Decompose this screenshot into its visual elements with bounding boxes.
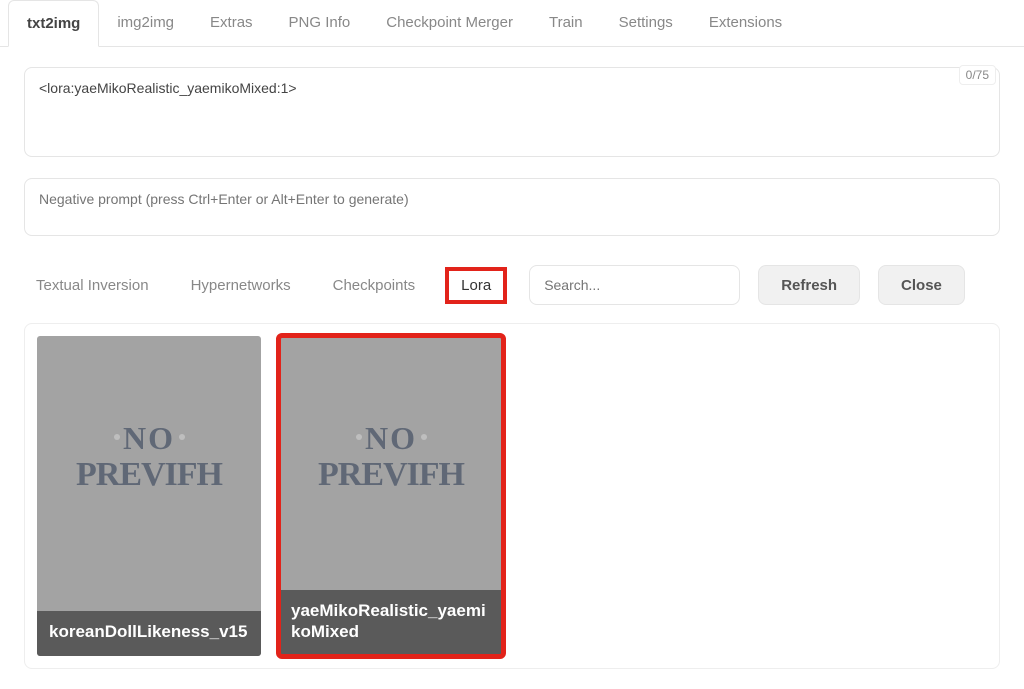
negative-prompt-wrapper (24, 178, 1000, 239)
lora-card[interactable]: NO PREVIFH yaeMikoRealistic_yaemikoMixed (279, 336, 503, 656)
subtab-checkpoints[interactable]: Checkpoints (321, 269, 428, 302)
prompt-input[interactable] (24, 67, 1000, 157)
search-input[interactable] (529, 265, 740, 305)
token-counter: 0/75 (959, 65, 996, 85)
top-tabs: txt2img img2img Extras PNG Info Checkpoi… (0, 0, 1024, 47)
negative-prompt-input[interactable] (24, 178, 1000, 236)
tab-settings[interactable]: Settings (601, 0, 691, 46)
tab-img2img[interactable]: img2img (99, 0, 192, 46)
tab-extensions[interactable]: Extensions (691, 0, 800, 46)
svg-text:NO: NO (123, 420, 175, 456)
lora-card-label: koreanDollLikeness_v15 (37, 611, 261, 656)
lora-card-grid: NO PREVIFH koreanDollLikeness_v15 NO PRE… (24, 323, 1000, 669)
no-preview-placeholder: NO PREVIFH (64, 419, 234, 497)
subtab-lora[interactable]: Lora (445, 267, 507, 304)
subtab-hypernetworks[interactable]: Hypernetworks (179, 269, 303, 302)
subtab-textual-inversion[interactable]: Textual Inversion (24, 269, 161, 302)
tab-extras[interactable]: Extras (192, 0, 271, 46)
svg-text:PREVIFH: PREVIFH (318, 456, 465, 493)
svg-text:NO: NO (365, 420, 417, 456)
main-content: 0/75 Textual Inversion Hypernetworks Che… (0, 47, 1024, 689)
tab-train[interactable]: Train (531, 0, 601, 46)
lora-card[interactable]: NO PREVIFH koreanDollLikeness_v15 (37, 336, 261, 656)
prompt-wrapper: 0/75 (24, 67, 1000, 160)
tab-checkpoint-merger[interactable]: Checkpoint Merger (368, 0, 531, 46)
close-button[interactable]: Close (878, 265, 965, 305)
tab-txt2img[interactable]: txt2img (8, 0, 99, 47)
svg-text:PREVIFH: PREVIFH (76, 456, 223, 493)
tab-png-info[interactable]: PNG Info (271, 0, 369, 46)
extra-networks-toolbar: Textual Inversion Hypernetworks Checkpoi… (24, 265, 1000, 305)
lora-card-label: yaeMikoRealistic_yaemikoMixed (279, 590, 503, 657)
no-preview-placeholder: NO PREVIFH (306, 419, 476, 497)
refresh-button[interactable]: Refresh (758, 265, 860, 305)
